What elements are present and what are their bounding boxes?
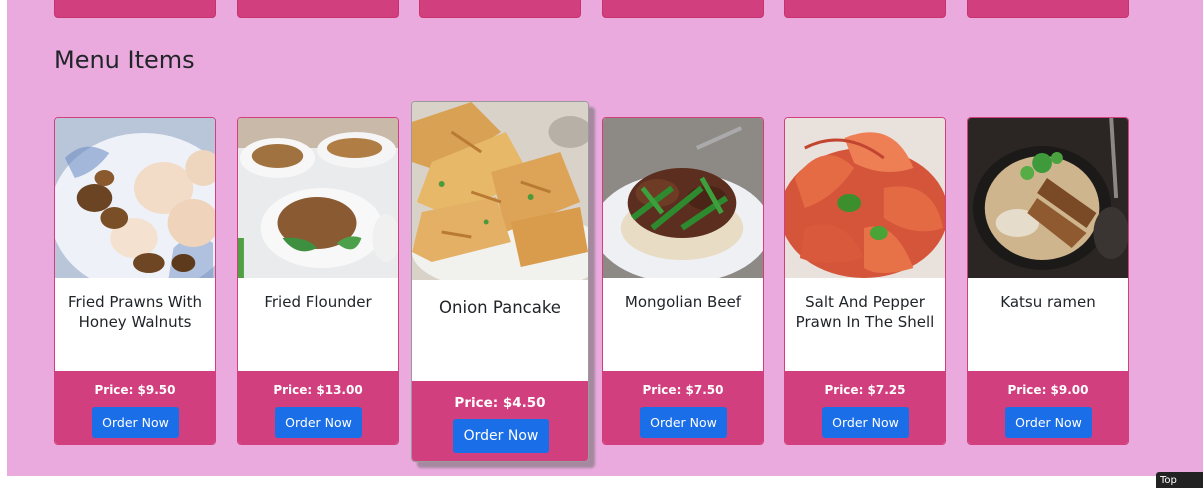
menu-card: Mongolian Beef Price: $7.50 Order Now: [602, 117, 764, 445]
back-to-top-button[interactable]: Top: [1156, 472, 1203, 488]
menu-card: Onion Pancake Price: $4.50 Order Now: [411, 101, 589, 462]
order-now-button[interactable]: Order Now: [640, 407, 727, 438]
item-name: Fried Prawns With Honey Walnuts: [68, 293, 202, 331]
item-name: Onion Pancake: [439, 298, 561, 317]
section-title: Menu Items: [54, 46, 195, 74]
card-footer: Price: $7.25 Order Now: [785, 371, 945, 444]
previous-card-footer: [419, 0, 581, 18]
previous-card-footer: [784, 0, 946, 18]
item-name: Fried Flounder: [264, 293, 372, 311]
order-now-button[interactable]: Order Now: [92, 407, 179, 438]
prawn-walnut-dish-image: [55, 118, 215, 278]
item-price: Price: $13.00: [273, 383, 363, 397]
previous-card-footer: [967, 0, 1129, 18]
item-name: Katsu ramen: [1000, 293, 1096, 311]
item-price: Price: $7.25: [824, 383, 906, 397]
card-footer: Price: $4.50 Order Now: [412, 381, 588, 461]
order-now-button[interactable]: Order Now: [822, 407, 909, 438]
salt-pepper-prawn-image: [785, 118, 945, 278]
menu-card: Katsu ramen Price: $9.00 Order Now: [967, 117, 1129, 445]
order-now-button[interactable]: Order Now: [275, 407, 362, 438]
item-name: Salt And Pepper Prawn In The Shell: [795, 293, 935, 331]
order-now-button[interactable]: Order Now: [1005, 407, 1092, 438]
item-name: Mongolian Beef: [624, 293, 742, 311]
onion-pancake-image: [412, 102, 588, 280]
order-now-button[interactable]: Order Now: [453, 419, 549, 453]
card-footer: Price: $7.50 Order Now: [603, 371, 763, 444]
previous-card-footer: [602, 0, 764, 18]
item-price: Price: $9.00: [1007, 383, 1089, 397]
card-footer: Price: $13.00 Order Now: [238, 371, 398, 444]
menu-card: Fried Flounder Price: $13.00 Order Now: [237, 117, 399, 445]
card-footer: Price: $9.00 Order Now: [968, 371, 1128, 444]
katsu-ramen-image: [968, 118, 1128, 278]
mongolian-beef-image: [603, 118, 763, 278]
menu-card: Salt And Pepper Prawn In The Shell Price…: [784, 117, 946, 445]
item-price: Price: $9.50: [94, 383, 176, 397]
card-footer: Price: $9.50 Order Now: [55, 371, 215, 444]
item-price: Price: $7.50: [642, 383, 724, 397]
menu-card: Fried Prawns With Honey Walnuts Price: $…: [54, 117, 216, 445]
flounder-dish-image: [238, 118, 398, 278]
previous-card-footer: [54, 0, 216, 18]
previous-card-footer: [237, 0, 399, 18]
item-price: Price: $4.50: [454, 395, 546, 411]
